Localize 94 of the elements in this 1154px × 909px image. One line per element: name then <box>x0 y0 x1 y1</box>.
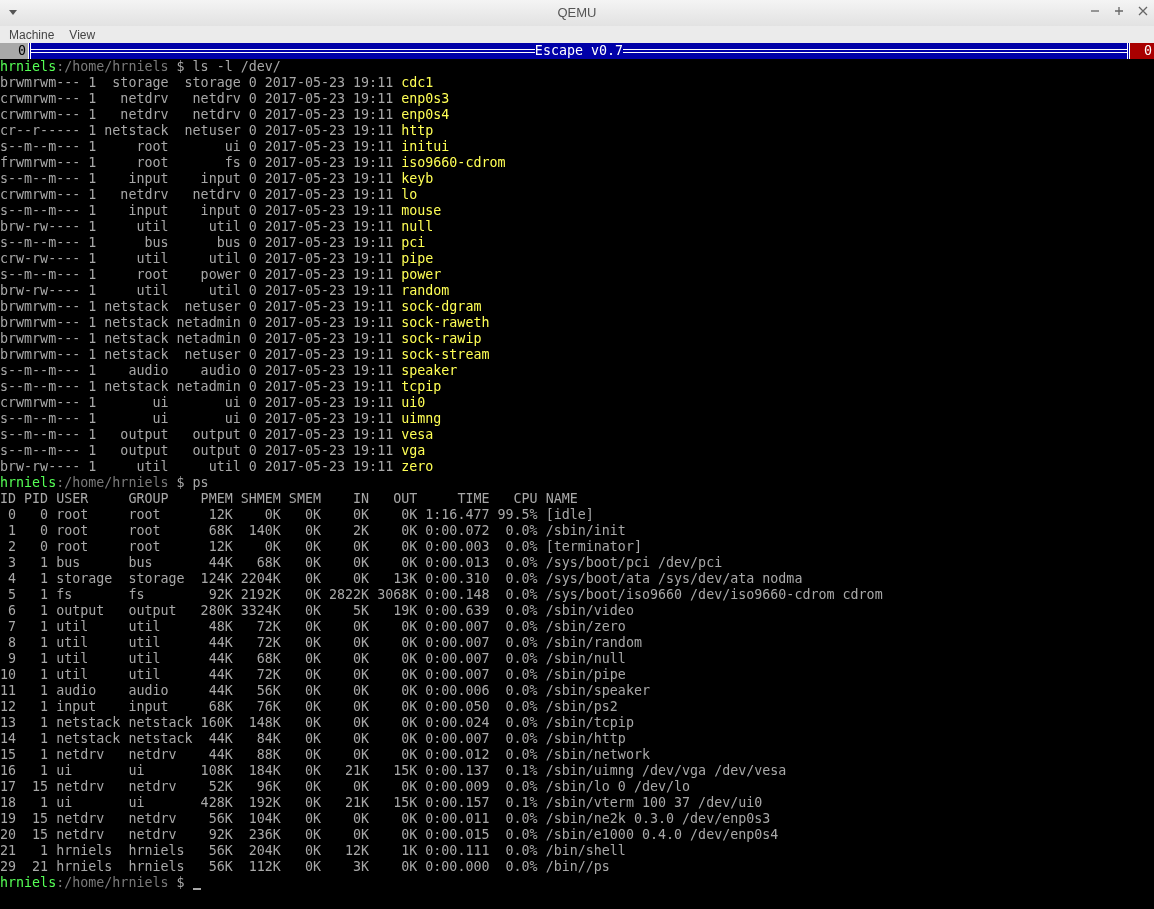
file-name: sock-rawip <box>401 331 482 347</box>
file-info: s--m--m--- 1 root ui 0 2017-05-23 19:11 <box>0 139 394 155</box>
close-icon[interactable] <box>1138 6 1148 16</box>
file-info: s--m--m--- 1 bus bus 0 2017-05-23 19:11 <box>0 235 394 251</box>
file-info: s--m--m--- 1 ui ui 0 2017-05-23 19:11 <box>0 411 394 427</box>
file-name: power <box>401 267 442 283</box>
output-line: 21 1 hrniels hrniels 56K 204K 0K 12K 1K 0:00.111 0.0% /bin/shell <box>0 843 626 859</box>
prompt-user: hrniels <box>0 475 57 491</box>
file-name: lo <box>401 187 418 203</box>
prompt-symbol: $ <box>176 475 185 491</box>
file-name: vga <box>401 443 426 459</box>
prompt-symbol: $ <box>176 59 185 75</box>
file-info: brwmrwm--- 1 netstack netuser 0 2017-05-23 19:11 <box>0 299 394 315</box>
left-counter: 0 <box>0 43 28 59</box>
prompt-user: hrniels <box>0 875 57 891</box>
file-name: null <box>401 219 434 235</box>
output-line: 13 1 netstack netstack 160K 148K 0K 0K 0K 0:00.024 0.0% /sbin/tcpip <box>0 715 634 731</box>
file-name: initui <box>401 139 450 155</box>
output-line: 6 1 output output 280K 3324K 0K 5K 19K 0:00.639 0.0% /sbin/video <box>7 603 634 619</box>
file-info: s--m--m--- 1 netstack netadmin 0 2017-05-23 19:11 <box>0 379 394 395</box>
prompt-path: :/home/hrniels <box>56 59 169 75</box>
file-info: crw-rw---- 1 util util 0 2017-05-23 19:11 <box>0 251 394 267</box>
output-line: 8 1 util util 44K 72K 0K 0K 0K 0:00.007 0.0% /sbin/random <box>7 635 642 651</box>
file-info: s--m--m--- 1 output output 0 2017-05-23 19:11 <box>0 443 394 459</box>
file-info: s--m--m--- 1 audio audio 0 2017-05-23 19:11 <box>0 363 394 379</box>
prompt-user: hrniels <box>0 59 57 75</box>
file-info: brwmrwm--- 1 netstack netadmin 0 2017-05-23 19:11 <box>0 315 394 331</box>
file-name: zero <box>401 459 434 475</box>
file-name: speaker <box>401 363 458 379</box>
file-info: brwmrwm--- 1 netstack netadmin 0 2017-05-23 19:11 <box>0 331 394 347</box>
file-info: s--m--m--- 1 input input 0 2017-05-23 19:11 <box>0 171 394 187</box>
output-line: 29 21 hrniels hrniels 56K 112K 0K 3K 0K 0:00.000 0.0% /bin//ps <box>0 859 610 875</box>
output-line: 14 1 netstack netstack 44K 84K 0K 0K 0K 0:00.007 0.0% /sbin/http <box>0 731 626 747</box>
file-name: sock-dgram <box>401 299 482 315</box>
output-line: ID PID USER GROUP PMEM SHMEM SMEM IN OUT TIME CPU NAME <box>0 491 578 507</box>
file-info: crwmrwm--- 1 netdrv netdrv 0 2017-05-23 19:11 <box>0 91 394 107</box>
file-info: crwmrwm--- 1 ui ui 0 2017-05-23 19:11 <box>0 395 394 411</box>
file-info: cr--r----- 1 netstack netuser 0 2017-05-23 19:11 <box>0 123 394 139</box>
output-line: 11 1 audio audio 44K 56K 0K 0K 0K 0:00.006 0.0% /sbin/speaker <box>0 683 650 699</box>
output-line: 12 1 input input 68K 76K 0K 0K 0K 0:00.050 0.0% /sbin/ps2 <box>0 699 618 715</box>
output-line: 9 1 util util 44K 68K 0K 0K 0K 0:00.007 0.0% /sbin/null <box>7 651 626 667</box>
maximize-icon[interactable] <box>1114 6 1124 16</box>
output-line: 17 15 netdrv netdrv 52K 96K 0K 0K 0K 0:00.009 0.0% /sbin/lo 0 /dev/lo <box>0 779 691 795</box>
file-info: s--m--m--- 1 input input 0 2017-05-23 19:11 <box>0 203 394 219</box>
file-name: sock-raweth <box>401 315 490 331</box>
file-info: brwmrwm--- 1 netstack netuser 0 2017-05-23 19:11 <box>0 347 394 363</box>
prompt-symbol: $ <box>176 875 185 891</box>
output-line: 19 15 netdrv netdrv 56K 104K 0K 0K 0K 0:00.011 0.0% /sbin/ne2k 0.3.0 /dev/enp0s3 <box>0 811 771 827</box>
output-line: 1 0 root root 68K 140K 0K 2K 0K 0:00.072 0.0% /sbin/init <box>7 523 626 539</box>
output-line: 18 1 ui ui 428K 192K 0K 21K 15K 0:00.157 0.1% /sbin/vterm 100 37 /dev/ui0 <box>0 795 763 811</box>
output-line: 0 0 root root 12K 0K 0K 0K 0K 1:16.477 99.5% [idle] <box>7 507 594 523</box>
prompt-path: :/home/hrniels <box>56 475 169 491</box>
output-line: 5 1 fs fs 92K 2192K 0K 2822K 3068K 0:00.148 0.0% /sys/boot/iso9660 /dev/iso9660-cdrom cdrom <box>7 587 883 603</box>
menu-item[interactable]: View <box>69 28 96 41</box>
file-info: crwmrwm--- 1 netdrv netdrv 0 2017-05-23 19:11 <box>0 107 394 123</box>
output-line: 7 1 util util 48K 72K 0K 0K 0K 0:00.007 0.0% /sbin/zero <box>7 619 626 635</box>
file-info: brw-rw---- 1 util util 0 2017-05-23 19:11 <box>0 459 394 475</box>
menu-item[interactable]: Machine <box>9 28 55 41</box>
file-name: vesa <box>401 427 434 443</box>
command-text: ps <box>192 475 209 491</box>
window-menu-icon[interactable] <box>9 10 17 15</box>
file-info: crwmrwm--- 1 netdrv netdrv 0 2017-05-23 19:11 <box>0 187 394 203</box>
file-name: pipe <box>401 251 434 267</box>
file-name: random <box>401 283 450 299</box>
window-title: QEMU <box>557 4 597 23</box>
file-name: enp0s3 <box>401 91 450 107</box>
output-line: 20 15 netdrv netdrv 92K 236K 0K 0K 0K 0:00.015 0.0% /sbin/e1000 0.4.0 /dev/enp0s4 <box>0 827 779 843</box>
file-name: tcpip <box>401 379 442 395</box>
right-counter: 0 <box>1130 43 1154 59</box>
file-info: brw-rw---- 1 util util 0 2017-05-23 19:11 <box>0 219 394 235</box>
file-name: sock-stream <box>401 347 490 363</box>
file-info: brwmrwm--- 1 storage storage 0 2017-05-23 19:11 <box>0 75 394 91</box>
file-info: s--m--m--- 1 root power 0 2017-05-23 19:11 <box>0 267 394 283</box>
output-line: 2 0 root root 12K 0K 0K 0K 0K 0:00.003 0.0% [terminator] <box>7 539 642 555</box>
file-name: uimng <box>401 411 442 427</box>
file-info: frwmrwm--- 1 root fs 0 2017-05-23 19:11 <box>0 155 394 171</box>
file-name: mouse <box>401 203 442 219</box>
file-name: cdc1 <box>401 75 434 91</box>
file-name: http <box>401 123 434 139</box>
output-line: 15 1 netdrv netdrv 44K 88K 0K 0K 0K 0:00.012 0.0% /sbin/network <box>0 747 650 763</box>
file-name: pci <box>401 235 426 251</box>
prompt-path: :/home/hrniels <box>56 875 169 891</box>
file-info: brw-rw---- 1 util util 0 2017-05-23 19:11 <box>0 283 394 299</box>
output-line: 16 1 ui ui 108K 184K 0K 21K 15K 0:00.137 0.1% /sbin/uimng /dev/vga /dev/vesa <box>0 763 787 779</box>
output-line: 4 1 storage storage 124K 2204K 0K 0K 13K 0:00.310 0.0% /sys/boot/ata /sys/dev/ata nodma <box>7 571 803 587</box>
file-name: iso9660-cdrom <box>401 155 506 171</box>
output-line: 3 1 bus bus 44K 68K 0K 0K 0K 0:00.013 0.0% /sys/boot/pci /dev/pci <box>7 555 723 571</box>
file-info: s--m--m--- 1 output output 0 2017-05-23 19:11 <box>0 427 394 443</box>
file-name: enp0s4 <box>401 107 450 123</box>
command-text: ls -l /dev/ <box>192 59 281 75</box>
file-name: ui0 <box>401 395 426 411</box>
status-title: Escape v0.7 <box>534 43 624 59</box>
file-name: keyb <box>401 171 434 187</box>
output-line: 10 1 util util 44K 72K 0K 0K 0K 0:00.007 0.0% /sbin/pipe <box>0 667 626 683</box>
